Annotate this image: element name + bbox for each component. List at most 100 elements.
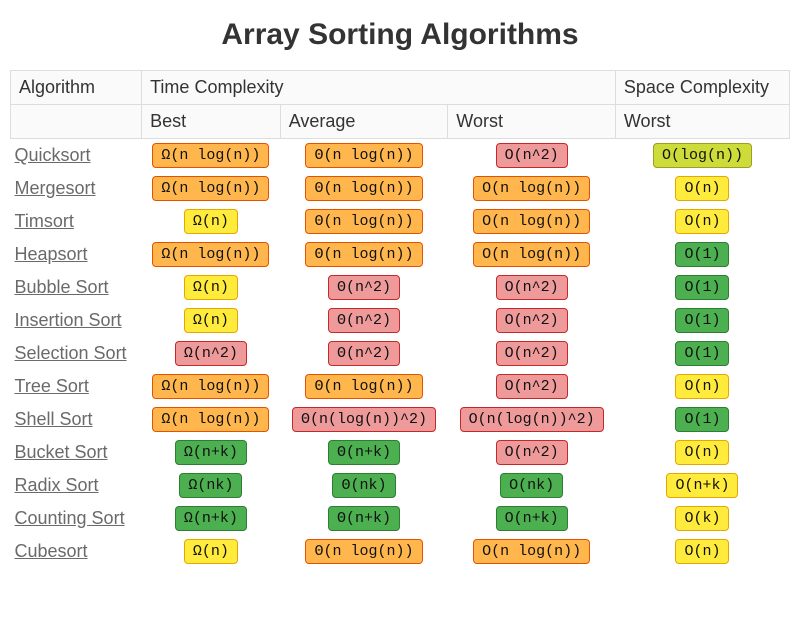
best-cell: Ω(n) [142, 205, 281, 238]
complexity-badge: O(1) [675, 341, 729, 366]
space-cell: O(k) [615, 502, 789, 535]
algorithm-link[interactable]: Timsort [15, 211, 74, 231]
average-cell: Θ(n(log(n))^2) [280, 403, 448, 436]
complexity-badge: Ω(nk) [179, 473, 242, 498]
worst-cell: O(n^2) [448, 370, 616, 403]
algorithm-link[interactable]: Insertion Sort [15, 310, 122, 330]
complexity-badge: O(n+k) [496, 506, 568, 531]
algorithm-link[interactable]: Counting Sort [15, 508, 125, 528]
header-space: Space Complexity [615, 71, 789, 105]
complexity-badge: O(k) [675, 506, 729, 531]
worst-cell: O(n log(n)) [448, 535, 616, 568]
complexity-badge: Ω(n log(n)) [152, 242, 269, 267]
complexity-badge: Ω(n) [184, 209, 238, 234]
complexity-badge: O(n+k) [666, 473, 738, 498]
complexity-badge: O(n^2) [496, 440, 568, 465]
algorithm-link[interactable]: Selection Sort [15, 343, 127, 363]
algorithm-link[interactable]: Heapsort [15, 244, 88, 264]
header-time: Time Complexity [142, 71, 616, 105]
space-cell: O(1) [615, 403, 789, 436]
average-cell: Θ(n+k) [280, 502, 448, 535]
complexity-badge: Θ(n+k) [328, 440, 400, 465]
complexity-badge: O(log(n)) [653, 143, 752, 168]
header-algorithm: Algorithm [11, 71, 142, 105]
algorithm-cell: Counting Sort [11, 502, 142, 535]
space-cell: O(1) [615, 238, 789, 271]
header-average: Average [280, 105, 448, 139]
best-cell: Ω(nk) [142, 469, 281, 502]
algorithm-link[interactable]: Bucket Sort [15, 442, 108, 462]
complexity-badge: O(n^2) [496, 143, 568, 168]
best-cell: Ω(n^2) [142, 337, 281, 370]
algorithm-cell: Bucket Sort [11, 436, 142, 469]
space-cell: O(n) [615, 535, 789, 568]
space-cell: O(1) [615, 271, 789, 304]
algorithm-cell: Bubble Sort [11, 271, 142, 304]
worst-cell: O(n log(n)) [448, 238, 616, 271]
table-row: MergesortΩ(n log(n))Θ(n log(n))O(n log(n… [11, 172, 790, 205]
algorithm-link[interactable]: Bubble Sort [15, 277, 109, 297]
algorithm-cell: Mergesort [11, 172, 142, 205]
table-row: Insertion SortΩ(n)Θ(n^2)O(n^2)O(1) [11, 304, 790, 337]
algorithm-cell: Quicksort [11, 139, 142, 173]
complexity-badge: Ω(n log(n)) [152, 407, 269, 432]
table-row: Selection Sort Ω(n^2) Θ(n^2)O(n^2) O(1) [11, 337, 790, 370]
algorithm-link[interactable]: Cubesort [15, 541, 88, 561]
worst-cell: O(n^2) [448, 271, 616, 304]
header-worst: Worst [448, 105, 616, 139]
algorithm-link[interactable]: Shell Sort [15, 409, 93, 429]
complexity-badge: Θ(n log(n)) [305, 143, 422, 168]
algorithm-cell: Heapsort [11, 238, 142, 271]
header-best: Best [142, 105, 281, 139]
complexity-badge: Ω(n log(n)) [152, 143, 269, 168]
complexity-badge: Ω(n log(n)) [152, 374, 269, 399]
complexity-badge: Ω(n) [184, 275, 238, 300]
complexity-badge: O(n) [675, 176, 729, 201]
best-cell: Ω(n+k) [142, 502, 281, 535]
complexity-badge: O(n^2) [496, 374, 568, 399]
algorithm-cell: Tree Sort [11, 370, 142, 403]
best-cell: Ω(n) [142, 535, 281, 568]
space-cell: O(1) [615, 337, 789, 370]
worst-cell: O(n(log(n))^2) [448, 403, 616, 436]
complexity-badge: Θ(n log(n)) [305, 374, 422, 399]
average-cell: Θ(n^2) [280, 337, 448, 370]
average-cell: Θ(n+k) [280, 436, 448, 469]
average-cell: Θ(n log(n)) [280, 238, 448, 271]
complexity-badge: O(n log(n)) [473, 209, 590, 234]
complexity-badge: Ω(n+k) [175, 440, 247, 465]
algorithm-cell: Radix Sort [11, 469, 142, 502]
complexity-badge: O(nk) [500, 473, 563, 498]
algorithm-link[interactable]: Tree Sort [15, 376, 89, 396]
table-row: TimsortΩ(n)Θ(n log(n))O(n log(n))O(n) [11, 205, 790, 238]
average-cell: Θ(n log(n)) [280, 139, 448, 173]
complexity-badge: O(1) [675, 308, 729, 333]
complexity-badge: Ω(n^2) [175, 341, 247, 366]
algorithm-link[interactable]: Mergesort [15, 178, 96, 198]
header-blank [11, 105, 142, 139]
complexity-badge: O(n log(n)) [473, 176, 590, 201]
complexity-badge: O(n(log(n))^2) [460, 407, 604, 432]
complexity-badge: O(1) [675, 275, 729, 300]
worst-cell: O(n^2) [448, 139, 616, 173]
algorithm-cell: Cubesort [11, 535, 142, 568]
worst-cell: O(n^2) [448, 337, 616, 370]
algorithm-cell: Shell Sort [11, 403, 142, 436]
algorithm-link[interactable]: Quicksort [15, 145, 91, 165]
table-row: Bubble SortΩ(n)Θ(n^2)O(n^2)O(1) [11, 271, 790, 304]
complexity-badge: O(n) [675, 209, 729, 234]
complexity-badge: O(n) [675, 440, 729, 465]
complexity-badge: Θ(n log(n)) [305, 242, 422, 267]
page-title: Array Sorting Algorithms [10, 18, 790, 52]
space-cell: O(n) [615, 205, 789, 238]
table-row: Heapsort Ω(n log(n)) Θ(n log(n)) O(n log(n)… [11, 238, 790, 271]
table-row: CubesortΩ(n)Θ(n log(n))O(n log(n))O(n) [11, 535, 790, 568]
algorithm-link[interactable]: Radix Sort [15, 475, 99, 495]
worst-cell: O(n^2) [448, 436, 616, 469]
worst-cell: O(n^2) [448, 304, 616, 337]
table-row: Tree Sort Ω(n log(n)) Θ(n log(n)) O(n^2) O(n… [11, 370, 790, 403]
best-cell: Ω(n log(n)) [142, 370, 281, 403]
complexity-badge: O(n) [675, 374, 729, 399]
complexity-badge: O(n log(n)) [473, 242, 590, 267]
best-cell: Ω(n log(n)) [142, 172, 281, 205]
